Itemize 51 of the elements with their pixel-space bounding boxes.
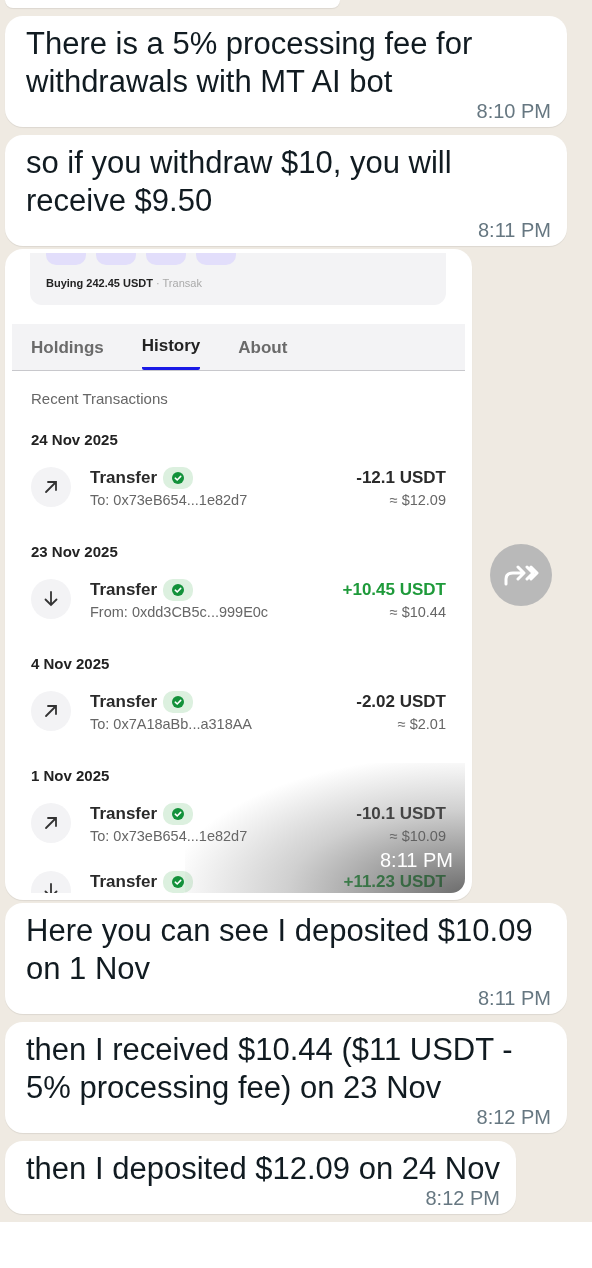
purchase-info: Buying 242.45 USDT · Transak [46, 277, 203, 289]
date-header: 1 Nov 2025 [31, 766, 111, 786]
token-chip [196, 253, 236, 265]
message-text: There is a 5% processing fee for withdrawals with MT AI bot [26, 25, 474, 101]
tab[interactable]: About [238, 324, 288, 370]
message-text: Here you can see I deposited $10.09 on 1 Nov [26, 912, 534, 988]
token-chip [146, 253, 186, 265]
transaction-value: ≈ $2.01 [396, 715, 446, 734]
message-time: 8:11 PM [380, 850, 453, 870]
transaction-value: ≈ $10.44 [388, 603, 446, 622]
tab[interactable]: Holdings [31, 324, 104, 370]
arrow-up-right-icon [44, 816, 58, 830]
transaction-amount: -2.02 USDT [356, 691, 446, 713]
message-time: 8:11 PM [478, 220, 551, 240]
message-time: 8:12 PM [425, 1188, 500, 1208]
message-time: 8:12 PM [476, 1107, 551, 1127]
transaction-amount: +10.45 USDT [342, 579, 446, 601]
transaction-address: From: 0xdd3CB5c...999E0c [90, 603, 270, 622]
date-header: 4 Nov 2025 [31, 654, 111, 674]
token-chip [96, 253, 136, 265]
transaction-address: To: 0x7A18aBb...a318AA [90, 715, 254, 734]
transaction-value: ≈ $12.09 [388, 491, 446, 510]
date-header: 23 Nov 2025 [31, 542, 119, 562]
message-text: then I deposited $12.09 on 24 Nov [26, 1150, 500, 1188]
message-time: 8:11 PM [478, 988, 551, 1008]
transaction-value: ≈ $10.09 [388, 827, 446, 846]
transaction-address: To: 0x73eB654...1e82d7 [90, 827, 249, 846]
transaction-amount: -12.1 USDT [356, 467, 446, 489]
date-header: 24 Nov 2025 [31, 430, 119, 450]
check-circle-icon [172, 876, 185, 888]
transaction-title: Transfer [90, 692, 158, 712]
check-circle-icon [172, 584, 185, 596]
check-circle-icon [172, 696, 185, 708]
transaction-title: Transfer [90, 468, 158, 488]
tab[interactable]: History [141, 324, 201, 370]
transaction-amount: -10.1 USDT [356, 803, 446, 825]
message-text: then I received $10.44 ($11 USDT - 5% processing fee) on 23 Nov [26, 1031, 514, 1107]
arrow-up-right-icon [44, 704, 58, 718]
check-circle-icon [172, 808, 185, 820]
message-text: so if you withdraw $10, you will receive $9.50 [26, 144, 453, 220]
transaction-address: To: 0x73eB654...1e82d7 [90, 491, 249, 510]
transaction-title: Transfer [90, 872, 158, 892]
message-time: 8:10 PM [476, 101, 551, 121]
arrow-down-icon [44, 591, 58, 607]
token-chip [46, 253, 86, 265]
transaction-title: Transfer [90, 580, 158, 600]
section-title: Recent Transactions [31, 389, 169, 409]
transaction-title: Transfer [90, 804, 158, 824]
arrow-up-right-icon [44, 480, 58, 494]
check-circle-icon [172, 472, 185, 484]
transaction-amount: +11.23 USDT [343, 871, 446, 893]
